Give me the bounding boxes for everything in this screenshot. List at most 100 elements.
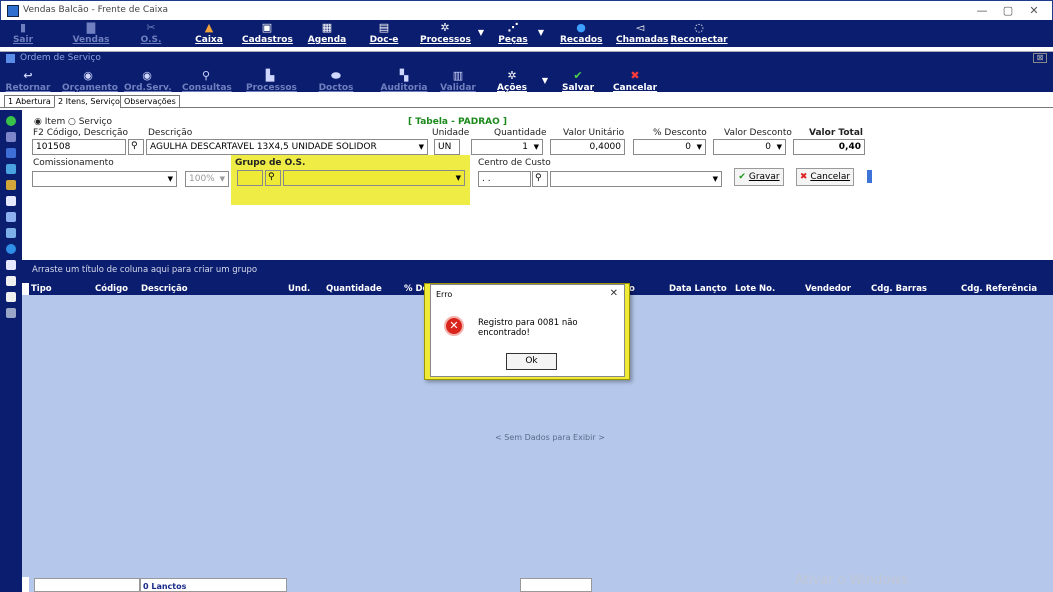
close-window-button[interactable]: ✕: [1024, 3, 1044, 19]
commission-pct-combo[interactable]: 100% ▼: [185, 171, 229, 187]
col-codigo[interactable]: Código: [95, 284, 128, 294]
call-icon: ◅: [635, 21, 645, 34]
tool-icon[interactable]: [6, 308, 16, 318]
toolbar-reconectar-button[interactable]: ◌ Reconectar: [670, 20, 728, 47]
discount-value-input[interactable]: 0 ▼: [713, 139, 786, 155]
code-search-button[interactable]: ⚲: [128, 139, 144, 155]
col-cdg-referencia[interactable]: Cdg. Referência: [961, 284, 1037, 294]
toolbar-pecas-button[interactable]: ⋰ Peças ▼: [496, 20, 544, 47]
file-icon[interactable]: [6, 292, 16, 302]
document-icon[interactable]: [6, 148, 16, 158]
os-validar-button[interactable]: ▥ Validar: [440, 68, 476, 95]
unit-input[interactable]: UN: [434, 139, 460, 155]
unit-label: Unidade: [432, 128, 470, 138]
cancelar-button[interactable]: ✖ Cancelar: [796, 168, 854, 186]
docs-icon: ⬬: [331, 69, 341, 82]
col-descricao[interactable]: Descrição: [141, 284, 188, 294]
col-cdg-barras[interactable]: Cdg. Barras: [871, 284, 927, 294]
col-data-lancto[interactable]: Data Lançto: [669, 284, 727, 294]
cost-center-search-button[interactable]: ⚲: [532, 171, 548, 187]
toolbar-agenda-button[interactable]: ▦ Agenda: [306, 20, 348, 47]
grid-icon[interactable]: [6, 212, 16, 222]
report-icon[interactable]: [6, 228, 16, 238]
commission-combo[interactable]: ▼: [32, 171, 177, 187]
toolbar-doce-button[interactable]: ▤ Doc-e: [366, 20, 402, 47]
toolbar-vendas-button[interactable]: ▇ Vendas: [70, 20, 112, 47]
sales-icon: ▇: [86, 21, 96, 34]
cancel-icon: ✖: [799, 172, 808, 182]
os-acoes-button[interactable]: ✲ Ações ▼: [494, 68, 548, 95]
register-icon: ▣: [261, 21, 273, 34]
os-group-combo[interactable]: ▼: [283, 170, 465, 186]
quantity-input[interactable]: 1 ▼: [471, 139, 543, 155]
toolbar-processos-button[interactable]: ✲ Processos ▼: [420, 20, 484, 47]
cost-center-code-input[interactable]: . .: [478, 171, 531, 187]
toolbar-sair-button[interactable]: ▮ Sair: [6, 20, 40, 47]
page-icon[interactable]: [6, 276, 16, 286]
os-retornar-button[interactable]: ↩ Retornar: [4, 68, 52, 95]
radio-item[interactable]: ◉ Item: [34, 117, 65, 127]
toolbar-os-button[interactable]: ✂ O.S.: [136, 20, 166, 47]
col-und[interactable]: Und.: [288, 284, 310, 294]
discount-pct-input[interactable]: 0 ▼: [633, 139, 706, 155]
group-by-panel[interactable]: Arraste um título de coluna aqui para cr…: [22, 260, 1053, 283]
os-toolbar: ↩ Retornar ◉ Orçamento ◉ Ord.Serv. ⚲ Consult…: [0, 64, 1053, 95]
subwindow-close-button[interactable]: ⊠: [1033, 53, 1047, 63]
footer-cell-empty: [34, 578, 140, 592]
cost-center-combo[interactable]: ▼: [550, 171, 722, 187]
col-lote-no[interactable]: Lote No.: [735, 284, 775, 294]
cancel-icon: ✖: [630, 69, 640, 82]
gravar-button[interactable]: ✔ Gravar: [734, 168, 784, 186]
tree-icon[interactable]: [6, 164, 16, 174]
add-icon[interactable]: [6, 116, 16, 126]
parts-icon: ⋰: [507, 21, 519, 34]
grid-footer: 0 Lanctos Ativar o Windows: [29, 573, 1053, 592]
gear-icon: ✲: [507, 69, 517, 82]
empty-grid-message: < Sem Dados para Exibir >: [495, 433, 605, 442]
ok-button[interactable]: Ok: [506, 353, 557, 370]
gear-icon[interactable]: [6, 196, 16, 206]
tab-itens-servicos[interactable]: 2 Itens, Serviços: [54, 95, 129, 108]
os-consultas-button[interactable]: ⚲ Consultas: [182, 68, 232, 95]
description-combo[interactable]: AGULHA DESCARTAVEL 13X4,5 UNIDADE SOLIDO…: [146, 139, 428, 155]
os-doctos-button[interactable]: ⬬ Doctos: [318, 68, 354, 95]
settings-icon[interactable]: [6, 260, 16, 270]
side-panel-button[interactable]: [860, 168, 878, 186]
check-icon: ✔: [573, 69, 583, 82]
search-icon: ⚲: [201, 69, 211, 82]
list-icon[interactable]: [6, 132, 16, 142]
users-icon[interactable]: [6, 180, 16, 190]
maximize-button[interactable]: ▢: [998, 3, 1018, 19]
tab-abertura[interactable]: 1 Abertura: [4, 95, 55, 108]
os-cancelar-button[interactable]: ✖ Cancelar: [612, 68, 658, 95]
unit-price-label: Valor Unitário: [563, 128, 625, 138]
col-tipo[interactable]: Tipo: [31, 284, 52, 294]
panel-icon: [866, 170, 872, 183]
exit-icon: ▮: [19, 21, 27, 34]
code-input[interactable]: 101508: [32, 139, 126, 155]
price-table-label: [ Tabela - PADRAO ]: [408, 117, 508, 127]
error-dialog-close-button[interactable]: ✕: [610, 288, 618, 299]
discount-pct-label: % Desconto: [653, 128, 707, 138]
info-icon[interactable]: [6, 244, 16, 254]
os-auditoria-button[interactable]: ▚ Auditoria: [380, 68, 428, 95]
radio-servico[interactable]: ○ Serviço: [68, 117, 112, 127]
os-processos-button[interactable]: ▙ Processos: [246, 68, 297, 95]
os-orcamento-button[interactable]: ◉ Orçamento: [62, 68, 118, 95]
toolbar-chamadas-button[interactable]: ◅ Chamadas: [616, 20, 668, 47]
os-salvar-button[interactable]: ✔ Salvar: [560, 68, 596, 95]
subwindow-titlebar: Ordem de Serviço ⊠: [0, 51, 1053, 64]
os-group-code-input[interactable]: [237, 170, 263, 186]
os-group-search-button[interactable]: ⚲: [265, 170, 281, 186]
tab-observacoes[interactable]: Observações: [120, 95, 180, 108]
toolbar-caixa-button[interactable]: ▲ Caixa: [192, 20, 226, 47]
minimize-button[interactable]: —: [972, 3, 992, 19]
app-icon: [7, 5, 19, 17]
toolbar-recados-button[interactable]: ● Recados: [560, 20, 602, 47]
unit-price-input[interactable]: 0,4000: [550, 139, 625, 155]
col-quantidade[interactable]: Quantidade: [326, 284, 382, 294]
toolbar-cadastros-button[interactable]: ▣ Cadastros: [242, 20, 293, 47]
col-vendedor[interactable]: Vendedor: [805, 284, 851, 294]
tab-strip: 1 Abertura 2 Itens, Serviços Observações: [0, 95, 1053, 108]
os-ordserv-button[interactable]: ◉ Ord.Serv.: [124, 68, 172, 95]
